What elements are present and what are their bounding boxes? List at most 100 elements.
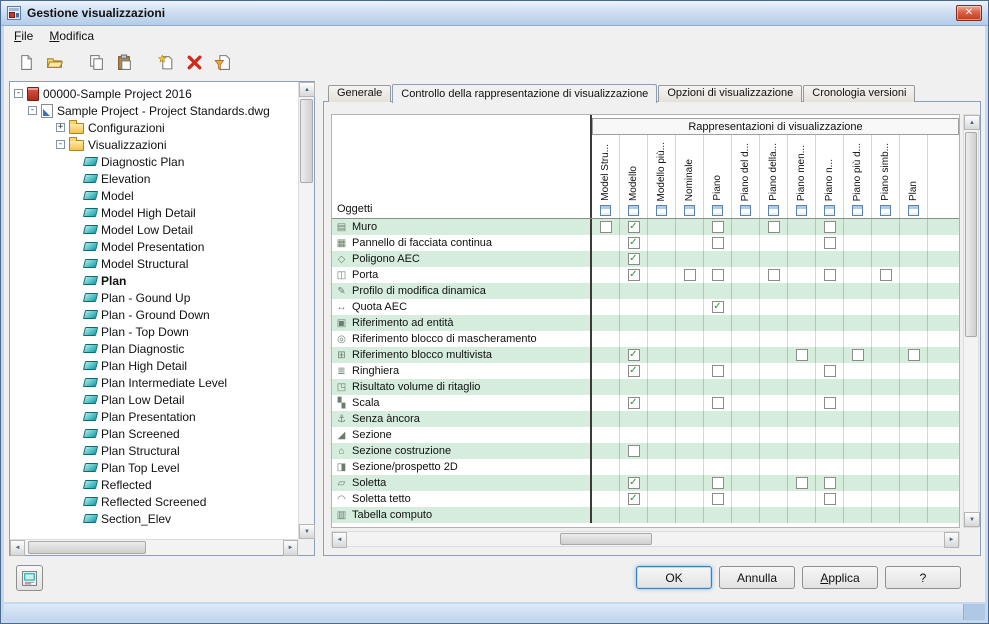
table-row-ringhiera[interactable]: ≣ Ringhiera: [332, 363, 959, 379]
representation-cell[interactable]: [900, 315, 928, 331]
representation-cell[interactable]: [592, 491, 620, 507]
representation-cell[interactable]: [844, 331, 872, 347]
representation-cell[interactable]: [872, 379, 900, 395]
representation-cell[interactable]: [872, 363, 900, 379]
representation-cell[interactable]: [620, 299, 648, 315]
representation-cell[interactable]: [704, 235, 732, 251]
representation-cell[interactable]: [704, 219, 732, 235]
representation-cell[interactable]: [844, 459, 872, 475]
representation-cell[interactable]: [844, 299, 872, 315]
representation-cell[interactable]: [620, 459, 648, 475]
tree-item-plan-ground-down[interactable]: Plan - Ground Down: [10, 306, 298, 323]
expander[interactable]: -: [56, 140, 65, 149]
representation-cell[interactable]: [620, 347, 648, 363]
representation-cell[interactable]: [788, 459, 816, 475]
representation-cell[interactable]: [844, 315, 872, 331]
representation-cell[interactable]: [816, 363, 844, 379]
representation-cell[interactable]: [872, 411, 900, 427]
representation-cell[interactable]: [620, 251, 648, 267]
representation-cell[interactable]: [620, 443, 648, 459]
representation-cell[interactable]: [648, 347, 676, 363]
table-row-senza-ncora[interactable]: ⚓ Senza àncora: [332, 411, 959, 427]
representation-cell[interactable]: [620, 219, 648, 235]
display-checkbox[interactable]: [627, 365, 640, 377]
representation-cell[interactable]: [900, 395, 928, 411]
display-checkbox[interactable]: [711, 301, 724, 313]
representation-cell[interactable]: [844, 267, 872, 283]
representation-cell[interactable]: [872, 347, 900, 363]
representation-cell[interactable]: [592, 427, 620, 443]
display-checkbox[interactable]: [851, 349, 864, 361]
display-checkbox[interactable]: [823, 221, 836, 233]
tree-item-reflected[interactable]: Reflected: [10, 476, 298, 493]
table-row-soletta-tetto[interactable]: ◠ Soletta tetto: [332, 491, 959, 507]
scroll-right-arrow[interactable]: [944, 532, 959, 548]
table-row-quota-aec[interactable]: ↔ Quota AEC: [332, 299, 959, 315]
representation-cell[interactable]: [704, 379, 732, 395]
table-row-sezione-costruzione[interactable]: ⌂ Sezione costruzione: [332, 443, 959, 459]
representation-cell[interactable]: [704, 507, 732, 523]
representation-cell[interactable]: [592, 315, 620, 331]
title-bar[interactable]: Gestione visualizzazioni ✕: [1, 1, 988, 26]
tree-item-plan-low-detail[interactable]: Plan Low Detail: [10, 391, 298, 408]
representation-cell[interactable]: [900, 363, 928, 379]
tree-item-plan-top-down[interactable]: Plan - Top Down: [10, 323, 298, 340]
representation-cell[interactable]: [788, 235, 816, 251]
representation-cell[interactable]: [816, 427, 844, 443]
tab-cronologia-versioni[interactable]: Cronologia versioni: [803, 85, 916, 102]
representation-cell[interactable]: [788, 427, 816, 443]
display-checkbox[interactable]: [627, 269, 640, 281]
representation-cell[interactable]: [760, 299, 788, 315]
representation-cell[interactable]: [732, 331, 760, 347]
representation-cell[interactable]: [732, 395, 760, 411]
representation-cell[interactable]: [872, 491, 900, 507]
representation-cell[interactable]: [872, 283, 900, 299]
display-checkbox[interactable]: [823, 269, 836, 281]
representation-cell[interactable]: [648, 491, 676, 507]
representation-cell[interactable]: [816, 443, 844, 459]
representation-cell[interactable]: [592, 283, 620, 299]
expander[interactable]: -: [14, 89, 23, 98]
representation-cell[interactable]: [844, 347, 872, 363]
representation-cell[interactable]: [872, 507, 900, 523]
tab-generale[interactable]: Generale: [328, 85, 392, 102]
representation-cell[interactable]: [704, 363, 732, 379]
representation-cell[interactable]: [760, 251, 788, 267]
representation-cell[interactable]: [872, 235, 900, 251]
scroll-left-arrow[interactable]: [332, 532, 347, 548]
representation-cell[interactable]: [816, 283, 844, 299]
representation-cell[interactable]: [900, 283, 928, 299]
representation-cell[interactable]: [676, 347, 704, 363]
display-checkbox[interactable]: [823, 237, 836, 249]
display-checkbox[interactable]: [795, 477, 808, 489]
representation-cell[interactable]: [676, 507, 704, 523]
representation-cell[interactable]: [620, 363, 648, 379]
tree-item-section-elev[interactable]: Section_Elev: [10, 510, 298, 527]
tree-item-plan-diagnostic[interactable]: Plan Diagnostic: [10, 340, 298, 357]
representation-cell[interactable]: [788, 219, 816, 235]
representation-cell[interactable]: [648, 379, 676, 395]
representation-cell[interactable]: [676, 251, 704, 267]
representation-cell[interactable]: [676, 411, 704, 427]
representation-cell[interactable]: [760, 315, 788, 331]
representation-cell[interactable]: [704, 315, 732, 331]
representation-cell[interactable]: [872, 331, 900, 347]
display-checkbox[interactable]: [823, 477, 836, 489]
representation-cell[interactable]: [676, 235, 704, 251]
scroll-thumb[interactable]: [300, 99, 313, 183]
representation-cell[interactable]: [760, 475, 788, 491]
display-checkbox[interactable]: [823, 493, 836, 505]
menu-file[interactable]: File: [6, 27, 41, 45]
tree-item-diagnostic-plan[interactable]: Diagnostic Plan: [10, 153, 298, 170]
representation-cell[interactable]: [704, 331, 732, 347]
representation-cell[interactable]: [816, 475, 844, 491]
representation-cell[interactable]: [592, 267, 620, 283]
ok-button[interactable]: OK: [636, 566, 712, 589]
representation-cell[interactable]: [592, 331, 620, 347]
representation-cell[interactable]: [788, 267, 816, 283]
representation-cell[interactable]: [592, 411, 620, 427]
representation-cell[interactable]: [760, 443, 788, 459]
tree-item-plan-structural[interactable]: Plan Structural: [10, 442, 298, 459]
cancel-button[interactable]: Annulla: [719, 566, 795, 589]
representation-cell[interactable]: [704, 299, 732, 315]
